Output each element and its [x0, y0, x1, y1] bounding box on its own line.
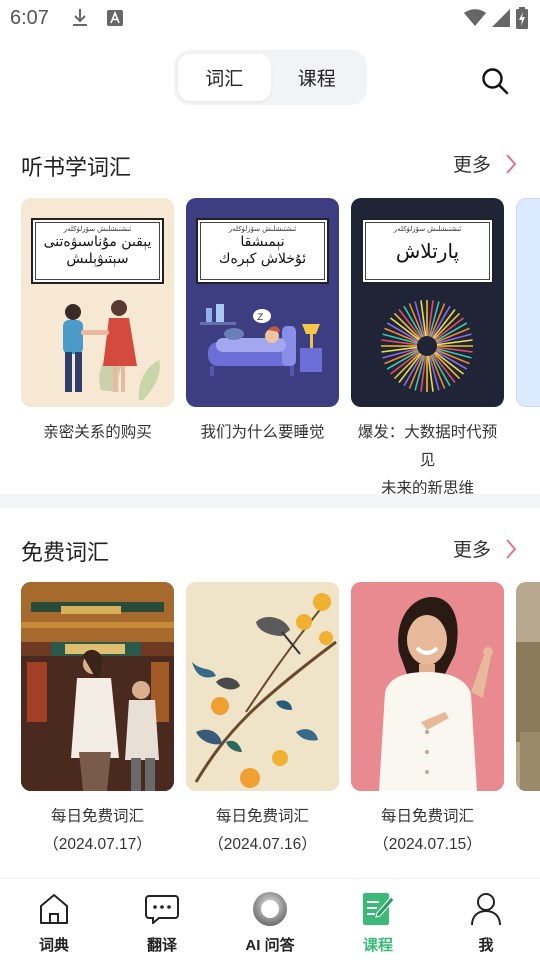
vocab-caption-line: 每日免费词汇 [380, 808, 474, 825]
cover-series-text: ئىشتىشلىش سۆزلۈكلەر [63, 226, 132, 233]
nav-label: 翻译 [146, 937, 177, 954]
nav-ai-qa[interactable]: AI 问答 [216, 879, 324, 960]
nav-dictionary[interactable]: 词典 [0, 879, 108, 960]
section-listen-vocab: 听书学词汇 更多 ئىشتىشلىش سۆزلۈكلەر يېقىن مۇناس… [0, 0, 540, 497]
woman-pointing-photo [351, 582, 504, 791]
vocab-caption: 每日免费词汇 （2024.07.16） [186, 803, 339, 859]
book-caption: 爆发：大数据时代预见 未来的新思维 [351, 419, 504, 503]
bottom-nav: 词典 翻译 AI 问答 课程 我 [0, 878, 540, 960]
vocab-caption: 每日免费词汇 （2024.07.15） [351, 803, 504, 859]
couple-illustration [63, 300, 160, 400]
book-caption: 亲密关系的购买 [21, 419, 174, 447]
more-label: 更多 [453, 540, 492, 561]
sleeping-illustration: Z [200, 304, 322, 376]
vocab-card[interactable] [186, 582, 339, 791]
chevron-right-icon [506, 153, 517, 174]
firework-illustration [381, 300, 473, 392]
nav-label: AI 问答 [245, 937, 295, 954]
more-label: 更多 [453, 155, 492, 176]
section-title: 免费词汇 [21, 540, 110, 565]
book-caption-line: 亲密关系的购买 [43, 424, 152, 441]
cover-series-text: ئىشتىشلىش سۆزلۈكلەر [228, 226, 297, 233]
cover-title-box: ئىشتىشلىش سۆزلۈكلەر نېمىشقا ئۇخلاش كېرەك [196, 218, 329, 284]
book-caption-line: 我们为什么要睡觉 [200, 424, 325, 441]
street-couple-photo [21, 582, 174, 791]
partial-photo [516, 582, 540, 791]
book-caption-line: 爆发：大数据时代预见 [357, 424, 498, 469]
cover-title-line: سېتىۋېلىش [66, 251, 129, 267]
bird-painting [186, 582, 339, 791]
book-card[interactable]: ئىشتىشلىش سۆزلۈكلەر يېقىن مۇناسىۋەتنى سې… [21, 198, 174, 407]
cover-title-line: يېقىن مۇناسىۋەتنى [43, 234, 152, 250]
nav-courses[interactable]: 课程 [324, 879, 432, 960]
vocab-caption-date: （2024.07.17） [43, 836, 152, 853]
cover-title-line: نېمىشقا [240, 234, 285, 250]
section-title: 听书学词汇 [21, 155, 132, 180]
cover-title-line: پارتلاش [395, 238, 460, 263]
nav-label: 我 [478, 937, 494, 954]
ai-ring-icon [253, 892, 287, 926]
vocab-caption-line: 每日免费词汇 [50, 808, 144, 825]
cover-title-box: ئىشتىشلىش سۆزلۈكلەر پارتلاش [361, 218, 494, 284]
house-icon [40, 894, 68, 924]
cover-title-line: ئۇخلاش كېرەك [218, 251, 307, 267]
nav-translate[interactable]: 翻译 [108, 879, 216, 960]
vocab-caption: 每日免费词汇 （2024.07.17） [21, 803, 174, 859]
notebook-pen-icon [363, 893, 395, 925]
svg-text:Z: Z [257, 313, 263, 323]
cover-title-box: ئىشتىشلىش سۆزلۈكلەر يېقىن مۇناسىۋەتنى سې… [31, 218, 164, 284]
nav-me[interactable]: 我 [432, 879, 540, 960]
more-button[interactable]: 更多 [453, 150, 517, 177]
vocab-caption-date: （2024.07.15） [373, 836, 482, 853]
book-card[interactable]: ئىشتىشلىش سۆزلۈكلەر نېمىشقا ئۇخلاش كېرەك… [186, 198, 339, 407]
vocab-card[interactable] [516, 582, 540, 791]
vocab-caption-date: （2024.07.16） [208, 836, 317, 853]
book-card[interactable]: ئىشتىشلىش سۆزلۈكلەر پارتلاش [351, 198, 504, 407]
nav-label: 课程 [362, 937, 393, 954]
book-caption: 我们为什么要睡觉 [186, 419, 339, 447]
chevron-right-icon [506, 538, 517, 559]
person-icon [471, 893, 501, 926]
vocab-caption-line: 每日免费词汇 [215, 808, 309, 825]
vocab-card[interactable] [21, 582, 174, 791]
section-divider [0, 494, 540, 508]
book-card[interactable] [516, 198, 540, 407]
cover-series-text: ئىشتىشلىش سۆزلۈكلەر [393, 226, 462, 233]
nav-label: 词典 [38, 937, 69, 954]
chat-bubble-icon [145, 895, 179, 924]
vocab-card[interactable] [351, 582, 504, 791]
more-button[interactable]: 更多 [453, 535, 517, 562]
